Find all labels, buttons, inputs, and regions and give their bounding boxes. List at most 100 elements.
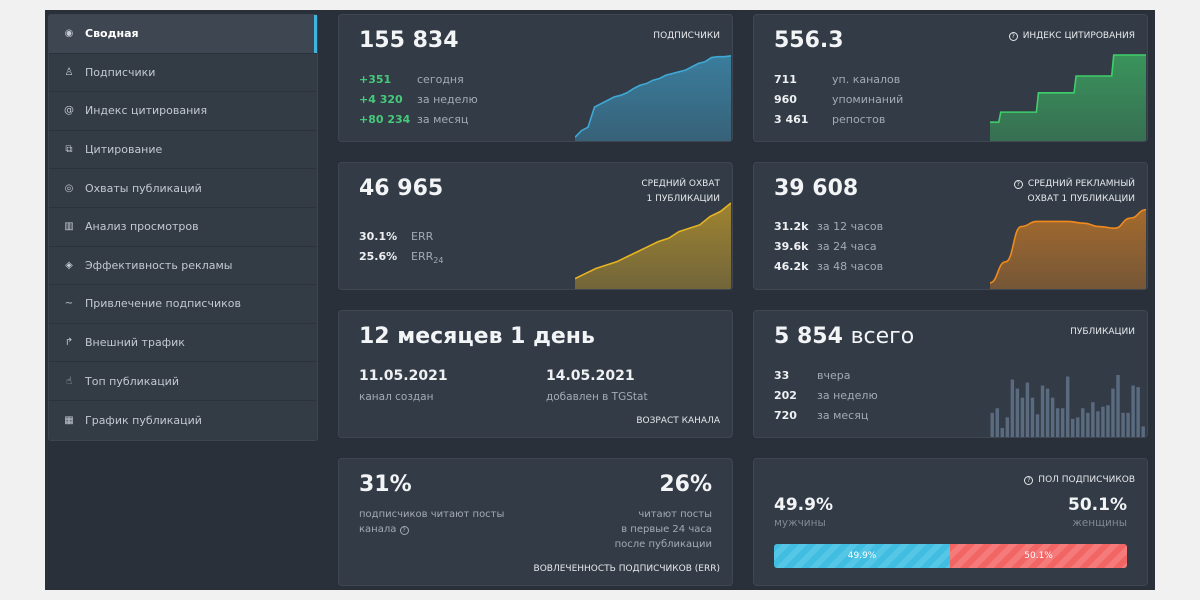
channel-age-card[interactable]: 12 месяцев 1 день 11.05.2021 канал созда… (338, 310, 733, 438)
stat-label: за неделю (817, 389, 878, 402)
stat-label: за месяц (817, 409, 869, 422)
info-icon[interactable]: ? (1024, 476, 1034, 485)
avg-reach-value: 46 965 (359, 176, 444, 201)
desc-line: подписчиков читают посты (359, 509, 505, 520)
reach-sparkline (575, 202, 731, 289)
publication-bar (1030, 397, 1035, 437)
sidebar-item-label: Топ публикаций (85, 374, 179, 388)
stat-label: репостов (832, 113, 886, 126)
publication-bar (1045, 388, 1050, 437)
card-title: ВОВЛЕЧЕННОСТЬ ПОДПИСЧИКОВ (ERR) (533, 564, 720, 574)
total-suffix: всего (850, 324, 915, 349)
stat-value: +4 320 (359, 93, 403, 106)
sidebar-item[interactable]: ▦ График публикаций (49, 401, 317, 440)
stat-value: 720 (774, 409, 797, 422)
publications-card[interactable]: 5 854 всего ПУБЛИКАЦИИ 33 вчера 202 за нед… (753, 310, 1148, 438)
female-segment: 50.1% (950, 544, 1127, 568)
male-percent: 49.9% (774, 495, 833, 515)
sparkline-area (990, 55, 1146, 141)
sidebar-item[interactable]: ▥ Анализ просмотров (49, 208, 317, 247)
publication-bar (1121, 412, 1125, 437)
stat-value: 46.2k (774, 260, 809, 273)
stat-label: за месяц (417, 113, 469, 126)
sidebar-item-label: Охваты публикаций (85, 181, 202, 195)
publication-bar (1111, 388, 1115, 437)
publication-bar (1101, 406, 1105, 437)
sidebar-item[interactable]: ◈ Эффективность рекламы (49, 247, 317, 286)
users-icon: ♙ (64, 66, 74, 78)
channel-age-value: 12 месяцев 1 день (359, 324, 595, 349)
stat-value: 31.2k (774, 220, 809, 233)
publication-bar (1050, 397, 1055, 437)
reach-card[interactable]: 46 965 СРЕДНИЙ ОХВАТ 1 ПУБЛИКАЦИИ 30.1% ER… (338, 162, 733, 290)
sidebar-item[interactable]: ⧉ Цитирование (49, 131, 317, 170)
sparkline-area (575, 203, 731, 289)
err-value: 31% (359, 472, 412, 497)
publication-bar (1020, 397, 1025, 437)
info-icon[interactable]: ? (399, 526, 409, 535)
publication-bar (1071, 418, 1075, 437)
card-title: ВОЗРАСТ КАНАЛА (636, 416, 720, 426)
publication-bar (1131, 385, 1135, 437)
stat-label: за 48 часов (817, 260, 884, 273)
stat-label: ERR (411, 230, 434, 243)
card-title: ? ПОЛ ПОДПИСЧИКОВ (1024, 473, 1135, 488)
sidebar-item[interactable]: ↱ Внешний трафик (49, 324, 317, 363)
trend-icon: ∼ (64, 298, 74, 310)
subscribers-card[interactable]: 155 834 ПОДПИСЧИКИ +351 сегодня +4 320 за … (338, 14, 733, 142)
err24-description: читают посты в первые 24 часа после публик… (615, 507, 712, 552)
total-value: 5 854 (774, 324, 843, 349)
publication-bar (995, 408, 999, 437)
publications-bar-chart (990, 375, 1145, 437)
stat-value: 711 (774, 73, 797, 86)
stat-label: сегодня (417, 73, 464, 86)
publication-bar (1116, 375, 1120, 437)
sidebar-item[interactable]: ∼ Привлечение подписчиков (49, 285, 317, 324)
female-label: женщины (1072, 517, 1127, 529)
info-icon[interactable]: ? (1008, 32, 1018, 41)
sidebar-item[interactable]: ◉ Сводная (49, 15, 317, 54)
publication-bar (1096, 411, 1100, 437)
card-title: ПОДПИСЧИКИ (653, 31, 720, 41)
stat-value: 33 (774, 369, 790, 382)
sidebar-item[interactable]: ◎ Охваты публикаций (49, 169, 317, 208)
card-title-text: ИНДЕКС ЦИТИРОВАНИЯ (1022, 31, 1135, 41)
thumb-up-icon: ☝ (65, 375, 73, 387)
stat-value: +351 (359, 73, 392, 86)
sidebar-item-label: Анализ просмотров (85, 220, 199, 234)
publication-bar (1091, 402, 1095, 437)
publication-bar (1065, 376, 1070, 437)
gender-card[interactable]: ? ПОЛ ПОДПИСЧИКОВ 49.9% мужчины 50.1% жен… (753, 458, 1148, 586)
publication-bar (1126, 412, 1130, 437)
reach-stats: 30.1% ERR 25.6% ERR24 (359, 227, 443, 271)
citation-index-value: 556.3 (774, 28, 844, 53)
sidebar-item[interactable]: ☝ Топ публикаций (49, 362, 317, 401)
desc-line: канала (359, 524, 397, 535)
sparkline-area (575, 55, 731, 141)
card-title: ПУБЛИКАЦИИ (1070, 327, 1135, 337)
added-label: добавлен в TGStat (546, 391, 648, 403)
info-icon[interactable]: ? (1013, 180, 1023, 189)
stat-value: 3 461 (774, 113, 809, 126)
publication-bar (1010, 379, 1015, 437)
dashboard-icon: ◉ (64, 28, 74, 40)
stat-label: упоминаний (832, 93, 904, 106)
sidebar-item-label: Цитирование (85, 143, 163, 157)
err-card[interactable]: 31% подписчиков читают посты канала ? 26%… (338, 458, 733, 586)
publication-bar (1086, 412, 1090, 437)
err24-value: 26% (659, 472, 712, 497)
publications-stats: 33 вчера 202 за неделю 720 за месяц (774, 366, 878, 426)
publication-bar (1015, 388, 1020, 437)
card-title: ? ИНДЕКС ЦИТИРОВАНИЯ (1008, 29, 1135, 44)
sidebar-item[interactable]: ♙ Подписчики (49, 54, 317, 93)
stat-label: ERR (411, 250, 434, 263)
calendar-icon: ▦ (64, 414, 74, 426)
created-label: канал создан (359, 391, 434, 403)
ad-reach-value: 39 608 (774, 176, 859, 201)
card-title-line: СРЕДНИЙ РЕКЛАМНЫЙ (1027, 179, 1135, 189)
sidebar-item-label: Индекс цитирования (85, 104, 208, 118)
stat-value: 25.6% (359, 250, 398, 263)
sidebar-item[interactable]: @ Индекс цитирования (49, 92, 317, 131)
ad-reach-card[interactable]: 39 608 ? СРЕДНИЙ РЕКЛАМНЫЙ ОХВАТ 1 ПУБЛИКА… (753, 162, 1148, 290)
citation-card[interactable]: 556.3 ? ИНДЕКС ЦИТИРОВАНИЯ 711 уп. каналов… (753, 14, 1148, 142)
